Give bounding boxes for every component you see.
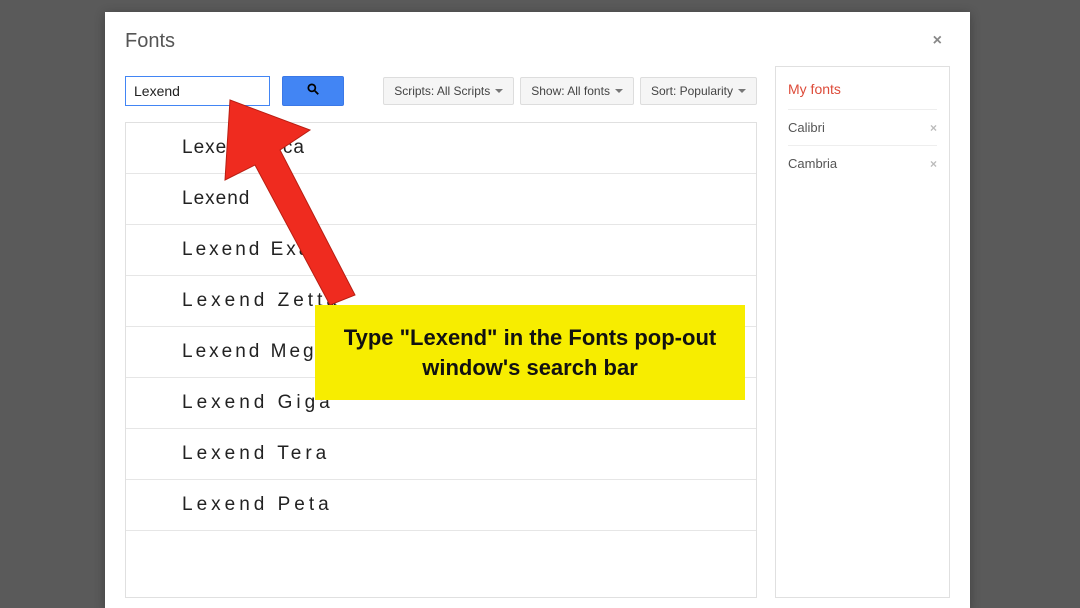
my-fonts-panel: My fonts Calibri × Cambria × [775,66,950,598]
chevron-down-icon [615,89,623,93]
callout-text: Type "Lexend" in the Fonts pop-out windo… [344,325,716,380]
instruction-callout: Type "Lexend" in the Fonts pop-out windo… [315,305,745,400]
my-font-item[interactable]: Cambria × [788,145,937,181]
filter-show-label: Show: All fonts [531,84,610,98]
filter-sort-label: Sort: Popularity [651,84,733,98]
filter-sort[interactable]: Sort: Popularity [640,77,757,105]
remove-font-button[interactable]: × [930,121,937,135]
filter-scripts-label: Scripts: All Scripts [394,84,490,98]
my-font-label: Cambria [788,156,837,171]
chevron-down-icon [738,89,746,93]
font-item[interactable]: Lexend Peta [126,480,756,531]
filter-group: Scripts: All Scripts Show: All fonts Sor… [383,77,757,105]
font-item[interactable]: Lexend Tera [126,429,756,480]
close-button[interactable]: × [925,28,950,54]
my-font-item[interactable]: Calibri × [788,109,937,145]
remove-font-button[interactable]: × [930,157,937,171]
filter-show[interactable]: Show: All fonts [520,77,634,105]
chevron-down-icon [495,89,503,93]
my-fonts-title: My fonts [788,77,937,109]
modal-title: Fonts [125,30,175,53]
my-font-label: Calibri [788,120,825,135]
filter-scripts[interactable]: Scripts: All Scripts [383,77,514,105]
annotation-arrow-icon [220,95,380,305]
modal-header: Fonts × [105,12,970,66]
